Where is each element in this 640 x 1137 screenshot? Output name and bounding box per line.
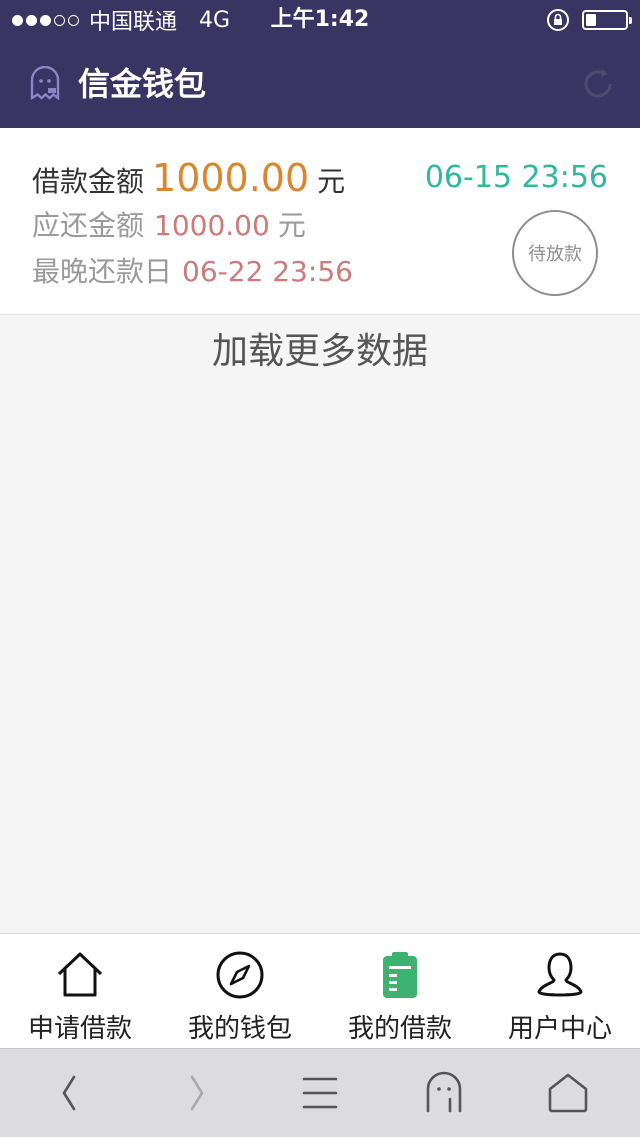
loan-card[interactable]: 借款金额 1000.00 元 应还金额 1000.00 元 最晚还款日 06-2… [0, 128, 640, 315]
clipboard-icon [383, 952, 417, 998]
home-icon [57, 952, 103, 997]
battery-icon [582, 10, 632, 30]
load-more-button[interactable]: 加载更多数据 [0, 322, 640, 382]
back-icon[interactable] [46, 1071, 94, 1115]
loan-amount-row: 借款金额 1000.00 元 [32, 156, 345, 200]
due-amount: 1000.00 [154, 209, 270, 242]
app-header: 信金钱包 [0, 40, 640, 128]
menu-icon[interactable] [296, 1071, 344, 1115]
loan-amount-label: 借款金额 [32, 165, 145, 198]
tab-bar: 申请借款 我的钱包 我的借款 用户中心 [0, 933, 640, 1049]
forward-icon[interactable] [172, 1071, 220, 1115]
status-bar: 中国联通 4G 上午1:42 [0, 0, 640, 40]
deadline-label: 最晚还款日 [32, 255, 173, 288]
status-badge-label: 待放款 [528, 244, 582, 265]
loan-date: 06-15 23:56 [424, 160, 608, 195]
deadline-row: 最晚还款日 06-22 23:56 [32, 250, 353, 290]
due-amount-row: 应还金额 1000.00 元 [32, 204, 306, 244]
tab-user-center[interactable]: 用户中心 [480, 934, 640, 1049]
tab-label: 我的钱包 [187, 1014, 292, 1044]
tab-label: 我的借款 [347, 1014, 452, 1044]
due-amount-label: 应还金额 [32, 209, 145, 242]
app-title: 信金钱包 [78, 65, 207, 103]
loan-amount: 1000.00 [152, 156, 310, 200]
ghost-icon [30, 66, 60, 101]
ghost-icon[interactable] [420, 1071, 468, 1115]
loan-amount-unit: 元 [317, 165, 346, 198]
tab-label: 申请借款 [27, 1014, 132, 1044]
refresh-icon[interactable] [580, 66, 616, 102]
due-amount-unit: 元 [277, 209, 306, 242]
status-right [546, 0, 632, 40]
status-time: 上午1:42 [270, 7, 370, 32]
browser-toolbar [0, 1048, 640, 1137]
compass-icon [216, 951, 264, 999]
status-badge: 待放款 [512, 210, 598, 296]
deadline-value: 06-22 23:56 [182, 255, 353, 288]
tab-apply-loan[interactable]: 申请借款 [0, 934, 160, 1049]
tab-my-loans[interactable]: 我的借款 [320, 934, 480, 1049]
user-icon [537, 952, 583, 997]
tab-label: 用户中心 [507, 1014, 612, 1044]
tab-my-wallet[interactable]: 我的钱包 [160, 934, 320, 1049]
home-icon[interactable] [544, 1071, 592, 1115]
rotation-lock-icon [547, 9, 569, 31]
